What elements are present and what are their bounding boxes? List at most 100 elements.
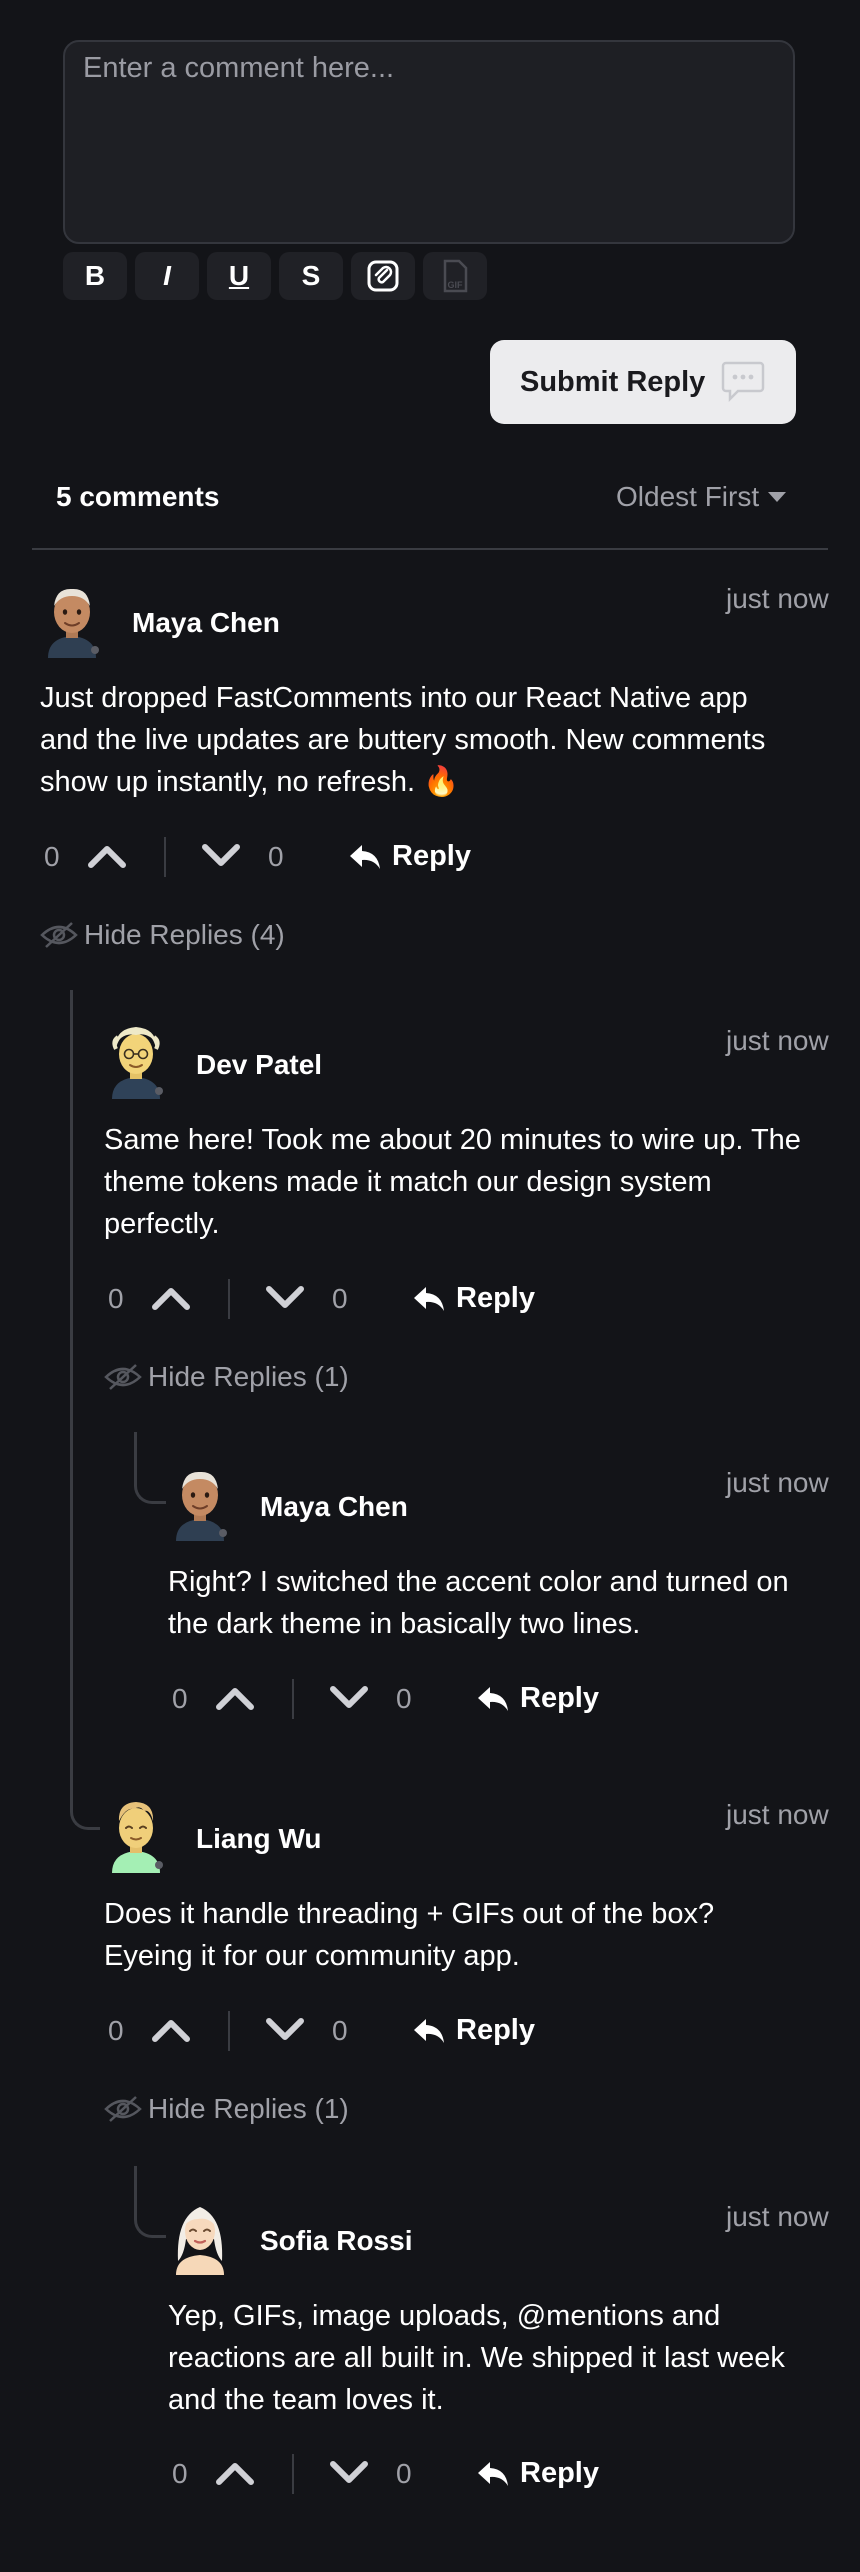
upvote-count: 0: [172, 1683, 188, 1714]
reply-label: Reply: [520, 1682, 599, 1714]
reply-arrow-icon: [478, 2461, 508, 2486]
vote-divider: [292, 2454, 294, 2494]
thread-connector: [70, 1790, 100, 1830]
strikethrough-button[interactable]: S: [279, 252, 343, 300]
reply-button[interactable]: Reply: [476, 1682, 599, 1715]
reply-label: Reply: [456, 1282, 535, 1314]
downvote-icon[interactable]: [202, 843, 240, 869]
avatar[interactable]: [104, 1797, 168, 1873]
author-name[interactable]: Dev Patel: [196, 1049, 322, 1081]
submit-reply-button[interactable]: Submit Reply: [490, 340, 796, 424]
chat-bubble-icon: [721, 361, 765, 402]
comment-line: Right? I switched the accent color and t…: [168, 1566, 789, 1598]
author-name[interactable]: Maya Chen: [132, 607, 280, 639]
vote-divider: [228, 1279, 230, 1319]
author-name[interactable]: Sofia Rossi: [260, 2225, 412, 2257]
timestamp[interactable]: just now: [726, 1025, 829, 1057]
vote-divider: [164, 837, 166, 877]
reply-arrow-icon: [414, 2018, 444, 2043]
upvote-count: 0: [44, 841, 60, 872]
timestamp[interactable]: just now: [726, 2201, 829, 2233]
hide-replies-button[interactable]: Hide Replies (4): [40, 919, 285, 951]
downvote-count: 0: [268, 841, 284, 872]
downvote-icon[interactable]: [330, 2460, 368, 2486]
eye-slash-icon: [104, 2096, 142, 2122]
comment-line: show up instantly, no refresh. 🔥: [40, 766, 460, 798]
comment-input[interactable]: Enter a comment here...: [63, 40, 795, 244]
author-name[interactable]: Liang Wu: [196, 1823, 321, 1855]
reply-label: Reply: [392, 840, 471, 872]
upvote-count: 0: [108, 1283, 124, 1314]
timestamp[interactable]: just now: [726, 1467, 829, 1499]
hide-replies-button[interactable]: Hide Replies (1): [104, 2093, 349, 2125]
upvote-icon[interactable]: [152, 2017, 190, 2043]
comment-placeholder: Enter a comment here...: [83, 52, 395, 84]
reply-arrow-icon: [478, 1686, 508, 1711]
timestamp[interactable]: just now: [726, 583, 829, 615]
vote-divider: [292, 1679, 294, 1719]
comment-text: Yep, GIFs, image uploads, @mentions and …: [168, 2295, 785, 2421]
attachment-icon: [367, 260, 399, 292]
upvote-icon[interactable]: [216, 2460, 254, 2486]
attach-image-button[interactable]: [351, 252, 415, 300]
upvote-icon[interactable]: [88, 843, 126, 869]
bold-button[interactable]: B: [63, 252, 127, 300]
downvote-icon[interactable]: [266, 1285, 304, 1311]
downvote-count: 0: [396, 1683, 412, 1714]
avatar[interactable]: [40, 582, 104, 658]
comment-line: and the live updates are buttery smooth.…: [40, 724, 766, 756]
italic-button[interactable]: I: [135, 252, 199, 300]
comment-line: the dark theme in basically two lines.: [168, 1608, 641, 1640]
comment-line: Just dropped FastComments into our React…: [40, 682, 748, 714]
sort-dropdown[interactable]: Oldest First: [616, 481, 787, 513]
comment-line: perfectly.: [104, 1208, 220, 1240]
thread-line: [70, 990, 73, 1810]
avatar[interactable]: [168, 1465, 232, 1541]
avatar-dev-icon: [112, 1027, 163, 1099]
reply-arrow-icon: [414, 1286, 444, 1311]
upvote-icon[interactable]: [152, 1285, 190, 1311]
divider: [32, 548, 828, 550]
caret-down-icon: [768, 492, 787, 502]
eye-slash-icon: [40, 922, 78, 948]
reply-button[interactable]: Reply: [476, 2457, 599, 2490]
hide-replies-label: Hide Replies (1): [148, 1361, 349, 1392]
author-name[interactable]: Maya Chen: [260, 1491, 408, 1523]
downvote-icon[interactable]: [330, 1685, 368, 1711]
gif-button[interactable]: GIF: [423, 252, 487, 300]
comment-line: Eyeing it for our community app.: [104, 1940, 520, 1972]
comment-line: theme tokens made it match our design sy…: [104, 1166, 712, 1198]
comment-text: Does it handle threading + GIFs out of t…: [104, 1893, 714, 1977]
avatar[interactable]: [104, 1023, 168, 1099]
hide-replies-button[interactable]: Hide Replies (1): [104, 1361, 349, 1393]
upvote-count: 0: [172, 2458, 188, 2489]
avatar[interactable]: [168, 2199, 232, 2275]
avatar-maya-icon: [176, 1471, 227, 1541]
underline-button[interactable]: U: [207, 252, 271, 300]
avatar-sofia-icon: [176, 2207, 224, 2275]
reply-label: Reply: [456, 2014, 535, 2046]
timestamp[interactable]: just now: [726, 1799, 829, 1831]
comment-line: Yep, GIFs, image uploads, @mentions and: [168, 2300, 721, 2332]
thread-connector: [134, 2166, 166, 2238]
reply-button[interactable]: Reply: [348, 840, 471, 873]
upvote-count: 0: [108, 2015, 124, 2046]
comment-text: Same here! Took me about 20 minutes to w…: [104, 1119, 801, 1245]
vote-divider: [228, 2011, 230, 2051]
comment-text: Just dropped FastComments into our React…: [40, 677, 765, 803]
hide-replies-label: Hide Replies (1): [148, 2093, 349, 2124]
hide-replies-label: Hide Replies (4): [84, 919, 285, 950]
downvote-count: 0: [396, 2458, 412, 2489]
comment-line: and the team loves it.: [168, 2384, 444, 2416]
reply-button[interactable]: Reply: [412, 2014, 535, 2047]
avatar-maya-icon: [48, 588, 99, 658]
thread-connector: [134, 1432, 166, 1504]
reply-button[interactable]: Reply: [412, 1282, 535, 1315]
upvote-icon[interactable]: [216, 1685, 254, 1711]
comment-line: Same here! Took me about 20 minutes to w…: [104, 1124, 801, 1156]
eye-slash-icon: [104, 1364, 142, 1390]
submit-reply-label: Submit Reply: [520, 365, 706, 398]
downvote-icon[interactable]: [266, 2017, 304, 2043]
comment-text: Right? I switched the accent color and t…: [168, 1561, 789, 1645]
avatar-liang-icon: [112, 1802, 163, 1873]
